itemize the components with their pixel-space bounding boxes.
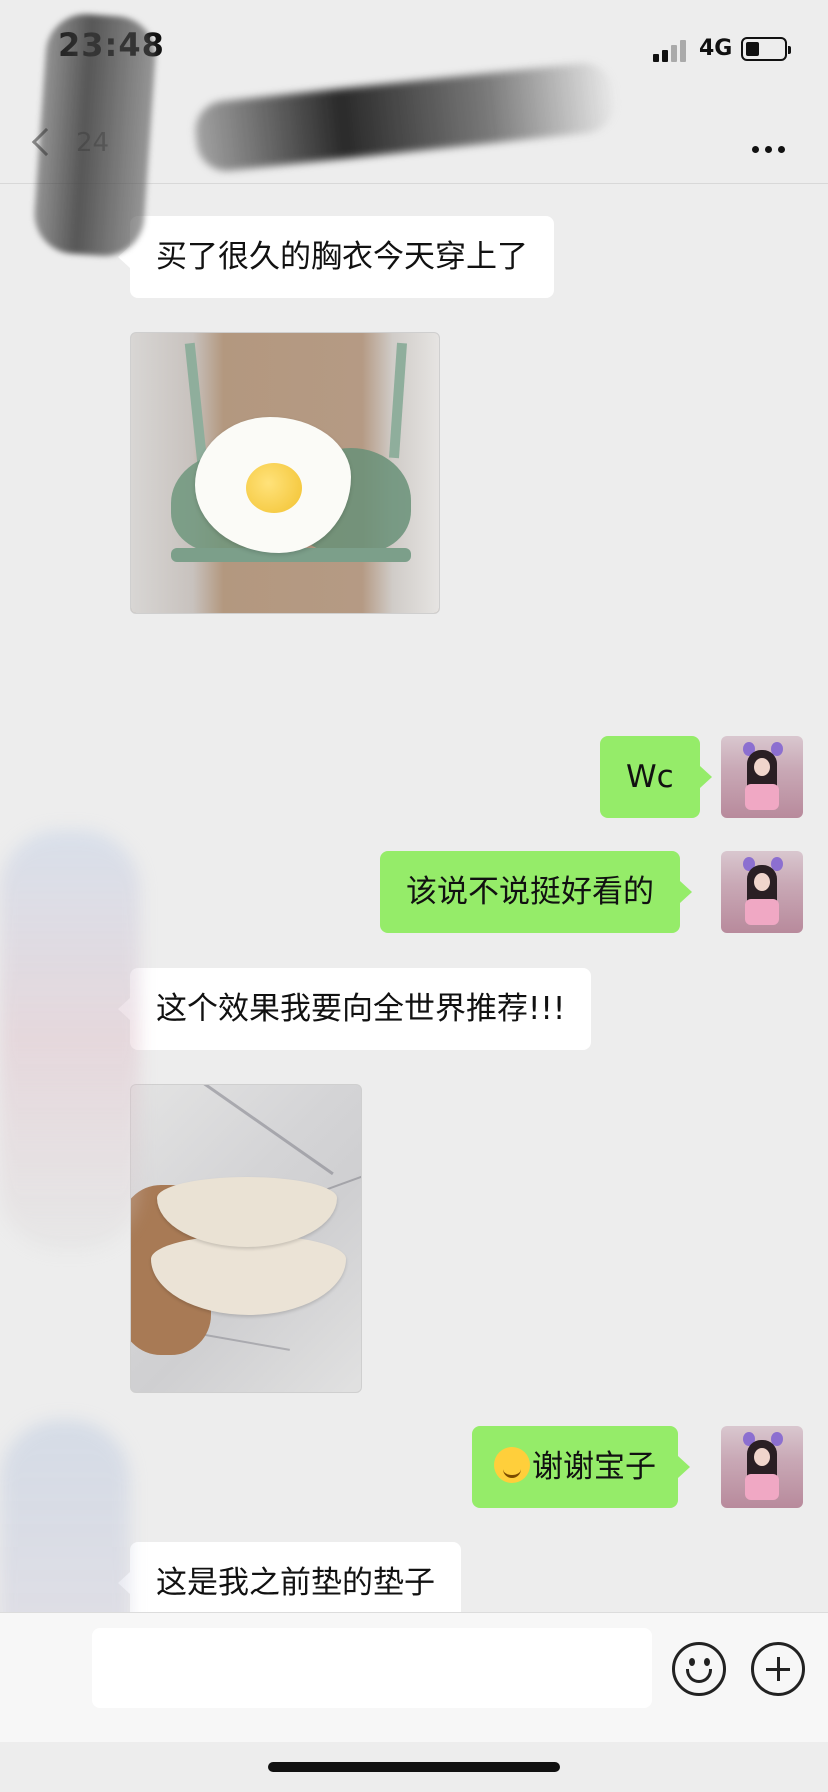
plus-button[interactable] [751,1642,805,1696]
signal-icon [653,38,689,62]
message-input[interactable] [92,1628,652,1708]
avatar[interactable] [721,1426,803,1508]
message-bubble-received[interactable]: 买了很久的胸衣今天穿上了 [118,216,554,298]
home-indicator [268,1762,560,1772]
message-bubble-sent[interactable]: 谢谢宝子 [472,1426,690,1508]
battery-icon [741,37,791,61]
more-button[interactable] [744,120,800,166]
message-bubble-sent[interactable]: 该说不说挺好看的 [380,851,692,933]
emoji-button[interactable] [672,1642,726,1696]
status-bar: 23:48 4G [0,0,828,100]
network-type: 4G [699,36,733,61]
chevron-left-icon [31,127,61,157]
message-text: 谢谢宝子 [532,1449,656,1485]
message-image-received[interactable] [130,332,440,614]
unread-count: 24 [76,128,110,158]
redaction-mark [0,830,140,1250]
message-bubble-received[interactable]: 这是我之前垫的垫子 [118,1542,461,1612]
avatar[interactable] [721,851,803,933]
back-button[interactable]: 24 [30,118,110,168]
composer-bar [0,1612,828,1742]
message-image-received[interactable] [130,1084,362,1393]
status-time: 23:48 [58,26,165,64]
chat-header: 24 [0,100,828,184]
message-bubble-sent[interactable]: Wc [600,736,712,818]
avatar[interactable] [721,736,803,818]
message-bubble-received[interactable]: 这个效果我要向全世界推荐!!! [117,968,592,1050]
more-dots-icon [752,138,791,157]
emoji-icon [689,1658,695,1666]
facepalm-emoji-icon [494,1447,530,1483]
